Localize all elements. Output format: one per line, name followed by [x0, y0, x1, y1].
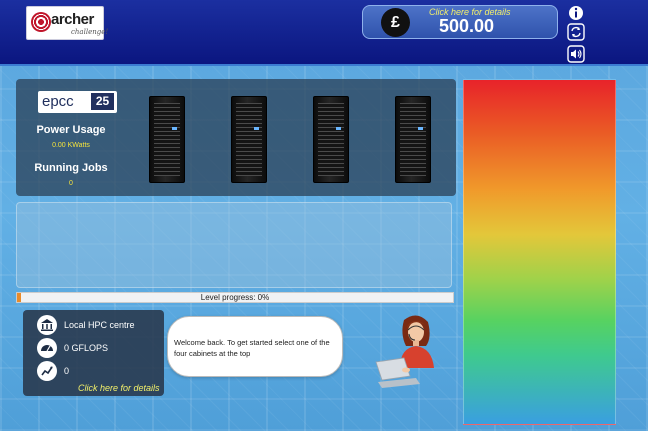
refresh-icon[interactable]: [567, 23, 585, 41]
pound-icon: £: [381, 8, 410, 37]
running-jobs-value: 0: [69, 180, 73, 187]
target-icon: [31, 12, 51, 32]
level-progress-bar: Level progress: 0%: [16, 292, 454, 303]
trend-value: 0: [64, 366, 70, 376]
epcc-logo-word: epcc: [42, 93, 74, 110]
job-queue-panel: [16, 202, 452, 288]
epcc-logo: epcc 25: [38, 91, 117, 113]
info-panel: Local HPC centre 0 GFLOPS 0 Click here f…: [23, 310, 164, 396]
assistant-avatar: [375, 315, 434, 388]
gflops-value: 0 GFLOPS: [64, 343, 109, 353]
running-jobs-label: Running Jobs: [34, 162, 108, 174]
cabinet-3[interactable]: [313, 96, 349, 183]
level-progress-label: Level progress: 0%: [200, 293, 270, 302]
assistant-message: Welcome back. To get started select one …: [174, 338, 330, 358]
money-display[interactable]: £ Click here for details 500.00: [362, 5, 558, 39]
speedometer-icon: [37, 338, 57, 358]
trend-chart-icon: [37, 361, 57, 381]
money-amount: 500.00: [439, 16, 495, 36]
building-icon: [37, 315, 57, 335]
sound-icon[interactable]: [567, 45, 585, 63]
top-bar: archer challenge! £ Click here for detai…: [0, 0, 648, 66]
assistant-speech-bubble: Welcome back. To get started select one …: [167, 316, 343, 377]
epcc-logo-number: 25: [91, 93, 114, 110]
logo-subtitle: challenge!: [71, 28, 109, 36]
info-details-link[interactable]: Click here for details: [78, 383, 160, 393]
heat-gauge: [463, 79, 616, 425]
cabinet-4[interactable]: [395, 96, 431, 183]
cabinet-2[interactable]: [231, 96, 267, 183]
power-usage-label: Power Usage: [36, 124, 106, 136]
status-panel: epcc 25 Power Usage 0.00 KWatts Running …: [16, 79, 456, 196]
location-label: Local HPC centre: [64, 320, 135, 330]
cabinet-1[interactable]: [149, 96, 185, 183]
info-icon[interactable]: [567, 4, 585, 22]
power-usage-value: 0.00 KWatts: [52, 142, 90, 149]
archer-logo: archer challenge!: [26, 6, 108, 40]
logo-word: archer: [51, 11, 94, 28]
